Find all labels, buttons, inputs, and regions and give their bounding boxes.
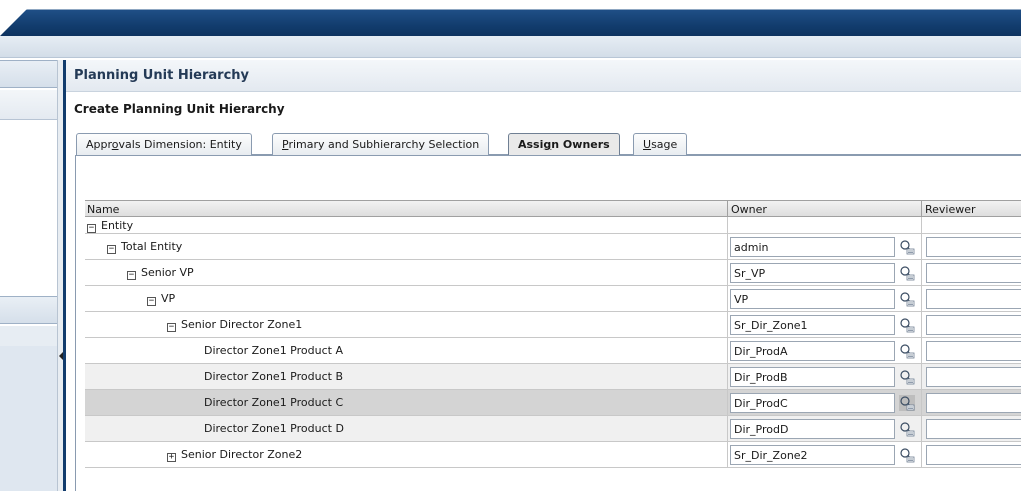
table-row[interactable]: Director Zone1 Product D Dir_ProdD bbox=[85, 416, 1021, 442]
left-panel bbox=[0, 60, 57, 491]
row-name: − Total Entity bbox=[107, 240, 183, 254]
row-name: − Senior Director Zone1 bbox=[167, 318, 303, 332]
user-search-icon[interactable] bbox=[899, 447, 915, 463]
reviewer-field[interactable] bbox=[926, 263, 1021, 283]
reviewer-field[interactable] bbox=[926, 315, 1021, 335]
user-search-icon[interactable] bbox=[899, 239, 915, 255]
collapse-icon[interactable]: − bbox=[167, 323, 176, 332]
owner-field[interactable]: admin bbox=[730, 237, 895, 257]
user-search-icon[interactable] bbox=[899, 317, 915, 333]
user-search-icon[interactable] bbox=[899, 421, 915, 437]
row-name: − Senior VP bbox=[127, 266, 194, 280]
table-row[interactable]: + Senior Director Zone2 Sr_Dir_Zone2 bbox=[85, 442, 1021, 468]
table-row[interactable]: − Entity bbox=[85, 217, 1021, 234]
table-row[interactable]: Director Zone1 Product A Dir_ProdA bbox=[85, 338, 1021, 364]
table-header: Name Owner Reviewer bbox=[85, 200, 1021, 217]
left-panel-body bbox=[0, 346, 57, 491]
row-name: Director Zone1 Product C bbox=[204, 396, 344, 409]
user-search-icon[interactable] bbox=[899, 395, 915, 411]
reviewer-field[interactable] bbox=[926, 237, 1021, 257]
table-row[interactable]: − VP VP bbox=[85, 286, 1021, 312]
table-row[interactable]: − Total Entity admin bbox=[85, 234, 1021, 260]
owner-field[interactable]: Dir_ProdD bbox=[730, 419, 895, 439]
owner-field[interactable]: VP bbox=[730, 289, 895, 309]
table-row[interactable]: Director Zone1 Product C Dir_ProdC bbox=[85, 390, 1021, 416]
table-row[interactable]: − Senior Director Zone1 Sr_Dir_Zone1 bbox=[85, 312, 1021, 338]
table-row[interactable]: Director Zone1 Product B Dir_ProdB bbox=[85, 364, 1021, 390]
row-name: Director Zone1 Product D bbox=[204, 422, 344, 435]
row-name: Director Zone1 Product B bbox=[204, 370, 343, 383]
left-panel-section-header bbox=[0, 296, 57, 324]
row-name: Director Zone1 Product A bbox=[204, 344, 343, 357]
row-name: + Senior Director Zone2 bbox=[167, 448, 303, 462]
page-header: Planning Unit Hierarchy bbox=[66, 60, 1021, 92]
row-name: − Entity bbox=[87, 219, 134, 233]
collapse-icon[interactable]: − bbox=[127, 271, 136, 280]
table-row[interactable]: − Senior VP Sr_VP bbox=[85, 260, 1021, 286]
tab-approvals-dimension[interactable]: Approvals Dimension: Entity bbox=[76, 133, 252, 155]
tab-bar: Approvals Dimension: Entity Primary and S… bbox=[76, 133, 1021, 156]
left-panel-section[interactable] bbox=[0, 90, 57, 120]
row-name: − VP bbox=[147, 292, 176, 306]
owner-field[interactable]: Dir_ProdA bbox=[730, 341, 895, 361]
reviewer-field[interactable] bbox=[926, 419, 1021, 439]
tab-primary-subhierarchy[interactable]: Primary and Subhierarchy Selection bbox=[272, 133, 490, 155]
owner-field[interactable]: Dir_ProdC bbox=[730, 393, 895, 413]
owner-field[interactable]: Dir_ProdB bbox=[730, 367, 895, 387]
reviewer-field[interactable] bbox=[926, 367, 1021, 387]
user-search-icon[interactable] bbox=[899, 369, 915, 385]
user-search-icon[interactable] bbox=[899, 343, 915, 359]
tab-assign-owners[interactable]: Assign Owners bbox=[508, 133, 620, 156]
app-banner bbox=[0, 0, 1021, 36]
collapse-icon[interactable]: − bbox=[87, 224, 96, 233]
owner-field[interactable]: Sr_Dir_Zone2 bbox=[730, 445, 895, 465]
column-header-owner[interactable]: Owner bbox=[731, 203, 767, 216]
owner-field[interactable]: Sr_Dir_Zone1 bbox=[730, 315, 895, 335]
user-search-icon[interactable] bbox=[899, 265, 915, 281]
reviewer-field[interactable] bbox=[926, 289, 1021, 309]
tab-usage[interactable]: Usage bbox=[633, 133, 688, 155]
left-panel-header bbox=[0, 60, 57, 88]
page-subtitle: Create Planning Unit Hierarchy bbox=[74, 102, 285, 116]
reviewer-field[interactable] bbox=[926, 341, 1021, 361]
column-header-name[interactable]: Name bbox=[87, 203, 119, 216]
main-panel: Planning Unit Hierarchy Create Planning … bbox=[66, 60, 1021, 491]
app-subbar bbox=[0, 36, 1021, 58]
expand-icon[interactable]: + bbox=[167, 453, 176, 462]
collapse-icon[interactable]: − bbox=[107, 245, 116, 254]
column-header-reviewer[interactable]: Reviewer bbox=[925, 203, 976, 216]
collapse-icon[interactable]: − bbox=[147, 297, 156, 306]
tab-content: Name Owner Reviewer − Entity − Total Entity… bbox=[75, 155, 1021, 491]
page-title: Planning Unit Hierarchy bbox=[74, 68, 249, 83]
reviewer-field[interactable] bbox=[926, 393, 1021, 413]
reviewer-field[interactable] bbox=[926, 445, 1021, 465]
user-search-icon[interactable] bbox=[899, 291, 915, 307]
owner-field[interactable]: Sr_VP bbox=[730, 263, 895, 283]
owners-table: Name Owner Reviewer − Entity − Total Entity… bbox=[85, 200, 1021, 468]
